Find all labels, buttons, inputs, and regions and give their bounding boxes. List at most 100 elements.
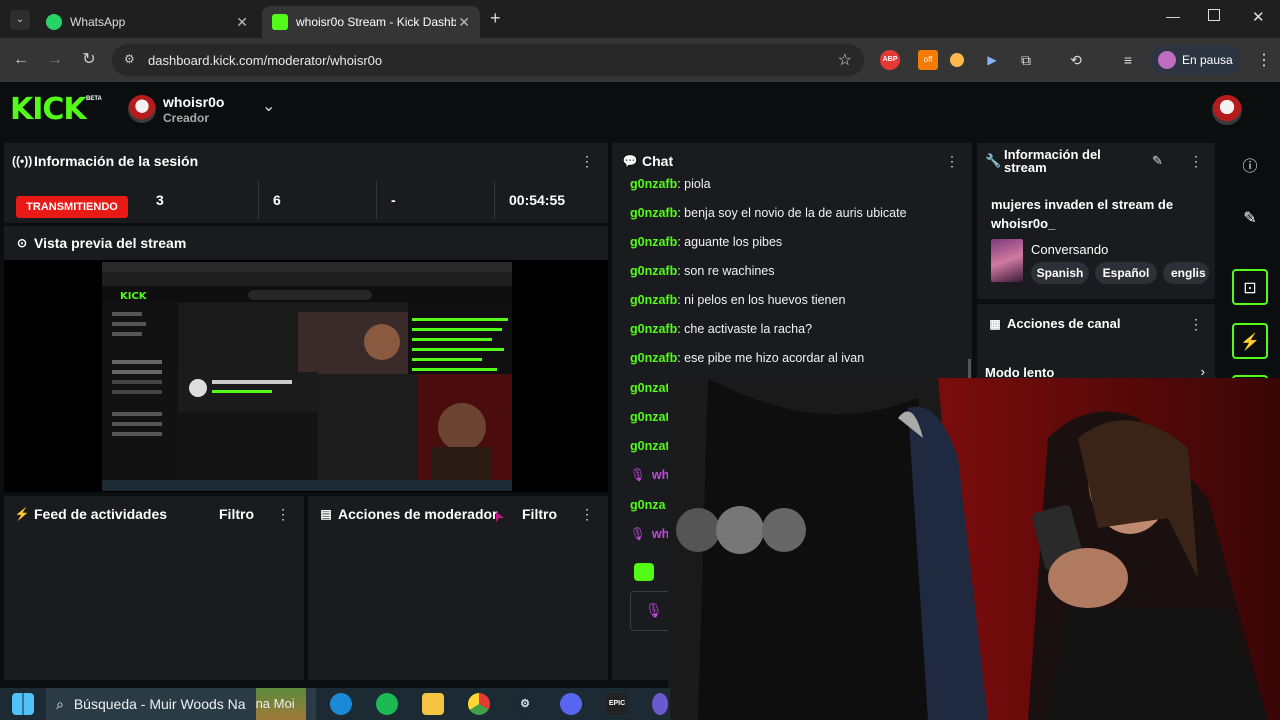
new-tab-button[interactable]: + [490, 8, 501, 29]
chat-message[interactable]: g0nzat [630, 410, 670, 424]
moderator-filter-button[interactable]: Filtro [522, 506, 557, 522]
more-options-icon[interactable]: ⋮ [276, 506, 290, 523]
more-options-icon[interactable]: ⋮ [580, 506, 594, 523]
chat-message[interactable]: g0nza [630, 498, 665, 512]
mic-icon[interactable]: 🎙 [645, 602, 663, 619]
profile-pause-button[interactable]: En pausa [1150, 45, 1240, 75]
chat-username[interactable]: g0nzafb [630, 264, 677, 278]
kick-header: KICK BETA whoisr0o Creador ⌄ [0, 82, 1280, 140]
site-settings-icon[interactable]: ⚙ [124, 52, 135, 66]
chat-message[interactable]: g0nzafb: ni pelos en los huevos tienen [630, 293, 845, 307]
mic-badge-icon: 🎙 [630, 527, 646, 541]
browser-menu-icon[interactable]: ⋮ [1256, 50, 1272, 70]
chat-username[interactable]: g0nza [630, 498, 665, 512]
taskbar-search[interactable]: ⌕ Búsqueda - Muir Woods Na na Moi [46, 688, 316, 720]
chat-message[interactable]: g0nzafb: benja soy el novio de la de aur… [630, 206, 907, 220]
media-controls-icon[interactable]: ≡ [1118, 50, 1138, 70]
emote-green-icon[interactable] [634, 563, 654, 581]
windows-start-icon[interactable] [12, 693, 34, 715]
panel-title: Feed de actividades [34, 506, 168, 522]
chat-username[interactable]: g0nzat [630, 381, 670, 395]
chat-username[interactable]: g0nzafb [630, 351, 677, 365]
chat-message[interactable]: g0nzat [630, 381, 670, 395]
more-options-icon[interactable]: ⋮ [1189, 153, 1203, 170]
stream-preview-panel: ⊙ Vista previa del stream KICK [4, 226, 608, 492]
chat-username[interactable]: g0nzafb [630, 206, 677, 220]
discord-icon[interactable] [560, 693, 582, 715]
chat-username[interactable]: g0nzat [630, 410, 670, 424]
chat-message[interactable]: 🎙 wh [630, 468, 669, 483]
tag-pill[interactable]: englis [1163, 262, 1209, 284]
edge-icon[interactable] [330, 693, 352, 715]
chat-username[interactable]: wh [652, 468, 669, 482]
chat-message[interactable]: g0nzafb: son re wachines [630, 264, 775, 278]
chat-message[interactable]: g0nzat [630, 439, 670, 453]
tab-search-icon[interactable]: ⌄ [10, 10, 30, 30]
extensions-puzzle-icon[interactable]: ⧉ [1016, 50, 1036, 70]
preview-icon: ⊙ [16, 236, 28, 250]
coupon-extension-icon[interactable]: off [918, 50, 938, 70]
tag-pill[interactable]: Spanish [1031, 262, 1089, 284]
chat-message[interactable]: 🎙 wh [630, 527, 669, 542]
app-icon[interactable] [652, 693, 668, 715]
more-options-icon[interactable]: ⋮ [580, 153, 594, 170]
focus-frame-icon[interactable]: ⊡ [1232, 269, 1268, 305]
bookmark-star-icon[interactable]: ☆ [838, 50, 852, 70]
category-name[interactable]: Conversando [1031, 242, 1108, 257]
chat-text: : aguante los pibes [677, 235, 783, 249]
edit-pencil-icon[interactable]: ✎ [1152, 153, 1163, 169]
close-window-button[interactable]: ✕ [1252, 8, 1265, 26]
minimize-button[interactable]: — [1166, 8, 1180, 24]
stream-preview-video[interactable]: KICK [102, 262, 512, 491]
broadcast-icon: ((•)) [12, 154, 33, 168]
info-icon[interactable]: ⓘ [1232, 149, 1268, 185]
chat-username[interactable]: g0nzafb [630, 235, 677, 249]
chat-message[interactable]: g0nzafb: aguante los pibes [630, 235, 782, 249]
feed-filter-button[interactable]: Filtro [219, 506, 254, 522]
history-icon[interactable]: ⟲ [1066, 50, 1086, 70]
steam-icon[interactable]: ⚙ [514, 693, 536, 715]
chat-username[interactable]: g0nzat [630, 439, 670, 453]
spotify-icon[interactable] [376, 693, 398, 715]
chat-username[interactable]: g0nzafb [630, 177, 677, 191]
chat-scrollbar[interactable] [968, 359, 971, 379]
chat-message[interactable]: g0nzafb: che activaste la racha? [630, 322, 812, 336]
panel-title: Información de la sesión [34, 153, 199, 169]
webcam-feed [668, 378, 1280, 720]
epic-games-icon[interactable]: EPIC [606, 693, 628, 715]
slow-mode-item[interactable]: Modo lento › [985, 364, 1207, 378]
close-icon[interactable]: ✕ [458, 14, 470, 31]
lightning-icon[interactable]: ⚡ [1232, 323, 1268, 359]
chrome-icon[interactable] [468, 693, 490, 715]
more-options-icon[interactable]: ⋮ [1189, 316, 1203, 333]
maximize-button[interactable] [1208, 9, 1220, 21]
forward-icon[interactable]: → [44, 49, 66, 71]
close-icon[interactable]: ✕ [236, 14, 248, 31]
address-bar[interactable]: ⚙ dashboard.kick.com/moderator/whoisr0o … [112, 44, 864, 76]
back-icon[interactable]: ← [10, 49, 32, 71]
tab-whatsapp[interactable]: WhatsApp ✕ [36, 6, 258, 38]
profile-avatar-icon [1158, 51, 1176, 69]
play-extension-icon[interactable]: ▶ [982, 50, 1002, 70]
chat-message[interactable]: g0nzafb: piola [630, 177, 711, 191]
adblock-icon[interactable]: ABP [880, 50, 900, 70]
kick-logo[interactable]: KICK [10, 95, 87, 125]
log-icon: ▤ [320, 507, 332, 521]
chat-text: : piola [677, 177, 711, 191]
reload-icon[interactable]: ↻ [78, 49, 100, 71]
file-explorer-icon[interactable] [422, 693, 444, 715]
tab-kick-dashboard[interactable]: whoisr0o Stream - Kick Dashbo ✕ [262, 6, 480, 38]
chat-username[interactable]: g0nzafb [630, 293, 677, 307]
cookie-extension-icon[interactable] [950, 53, 964, 67]
chat-username[interactable]: wh [652, 527, 669, 541]
profile-status: En pausa [1182, 53, 1233, 67]
edit-pencil-icon[interactable]: ✎ [1232, 201, 1268, 237]
user-avatar[interactable] [1212, 95, 1242, 125]
tag-pill[interactable]: Español [1095, 262, 1157, 284]
viewers-stat: 3 [156, 192, 164, 208]
chat-bubble-icon: 💬 [622, 154, 638, 168]
chevron-down-icon[interactable]: ⌄ [262, 96, 275, 116]
chat-message[interactable]: g0nzafb: ese pibe me hizo acordar al iva… [630, 351, 864, 365]
more-options-icon[interactable]: ⋮ [945, 153, 959, 170]
chat-username[interactable]: g0nzafb [630, 322, 677, 336]
